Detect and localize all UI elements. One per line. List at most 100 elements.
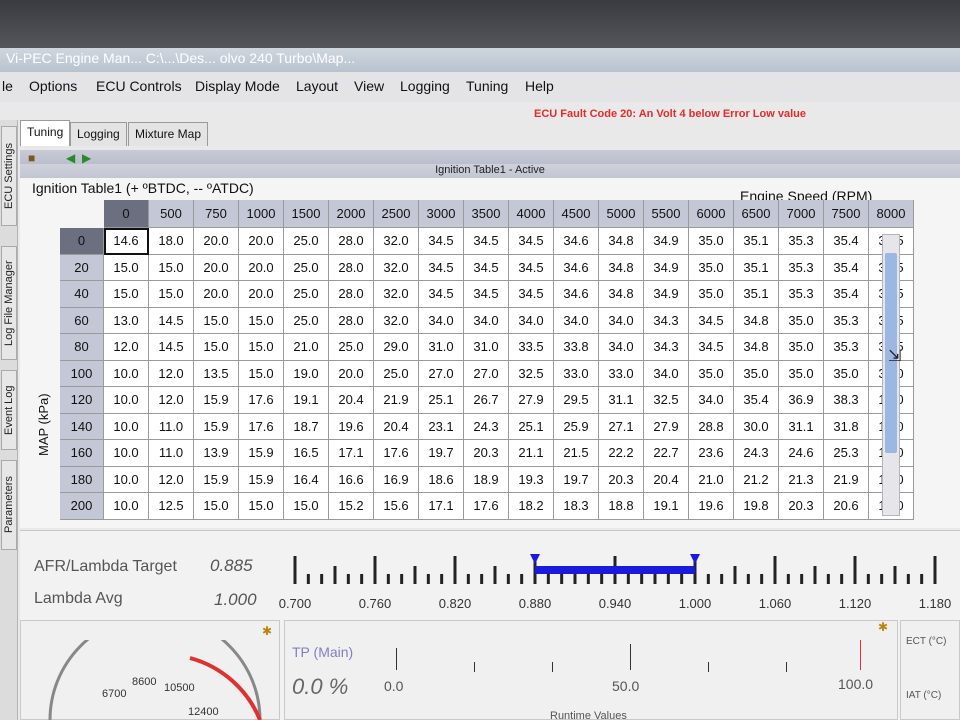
table-cell[interactable]: 19.6 <box>689 493 734 520</box>
table-cell[interactable]: 21.1 <box>509 440 554 467</box>
table-cell[interactable]: 34.8 <box>734 307 779 334</box>
table-cell[interactable]: 12.0 <box>149 360 194 387</box>
table-cell[interactable]: 34.9 <box>644 228 689 255</box>
table-cell[interactable]: 29.5 <box>554 387 599 414</box>
table-cell[interactable]: 15.0 <box>149 281 194 308</box>
table-cell[interactable]: 35.4 <box>824 228 869 255</box>
table-cell[interactable]: 31.1 <box>599 387 644 414</box>
table-cell[interactable]: 25.1 <box>509 413 554 440</box>
table-cell[interactable]: 23.1 <box>419 413 464 440</box>
vertical-scrollbar[interactable] <box>882 234 900 516</box>
table-cell[interactable]: 25.0 <box>284 281 329 308</box>
table-cell[interactable]: 25.0 <box>284 228 329 255</box>
table-cell[interactable]: 28.0 <box>329 228 374 255</box>
table-cell[interactable]: 35.4 <box>824 254 869 281</box>
table-cell[interactable]: 35.0 <box>779 307 824 334</box>
table-cell[interactable]: 30.0 <box>734 413 779 440</box>
tp-settings-star-icon[interactable]: ✱ <box>878 620 888 634</box>
table-cell[interactable]: 10.0 <box>104 493 149 520</box>
table-cell[interactable]: 19.7 <box>419 440 464 467</box>
table-cell[interactable]: 16.6 <box>329 466 374 493</box>
table-cell[interactable]: 20.0 <box>239 281 284 308</box>
table-cell[interactable]: 34.5 <box>419 228 464 255</box>
table-cell[interactable]: 34.5 <box>509 228 554 255</box>
table-cell[interactable]: 18.8 <box>599 493 644 520</box>
table-cell[interactable]: 18.0 <box>149 228 194 255</box>
menu-layout[interactable]: Layout <box>296 78 338 94</box>
table-cell[interactable]: 15.0 <box>104 281 149 308</box>
table-cell[interactable]: 19.3 <box>509 466 554 493</box>
menu-options[interactable]: Options <box>29 78 77 94</box>
table-cell[interactable]: 16.4 <box>284 466 329 493</box>
table-cell[interactable]: 34.6 <box>554 254 599 281</box>
table-cell[interactable]: 34.8 <box>599 228 644 255</box>
menu-logging[interactable]: Logging <box>400 78 450 94</box>
table-cell[interactable]: 35.1 <box>734 228 779 255</box>
table-cell[interactable]: 20.3 <box>464 440 509 467</box>
table-cell[interactable]: 17.6 <box>374 440 419 467</box>
table-cell[interactable]: 34.9 <box>644 281 689 308</box>
table-cell[interactable]: 14.5 <box>149 334 194 361</box>
table-cell[interactable]: 15.9 <box>194 413 239 440</box>
table-cell[interactable]: 35.3 <box>779 228 824 255</box>
table-cell[interactable]: 34.5 <box>419 254 464 281</box>
table-cell[interactable]: 32.0 <box>374 281 419 308</box>
table-cell[interactable]: 10.0 <box>104 360 149 387</box>
table-cell[interactable]: 24.3 <box>464 413 509 440</box>
table-cell[interactable]: 26.7 <box>464 387 509 414</box>
table-cell[interactable]: 15.0 <box>239 334 284 361</box>
table-cell[interactable]: 24.3 <box>734 440 779 467</box>
table-cell[interactable]: 32.0 <box>374 307 419 334</box>
table-cell[interactable]: 34.0 <box>554 307 599 334</box>
table-cell[interactable]: 25.1 <box>419 387 464 414</box>
table-cell[interactable]: 10.0 <box>104 387 149 414</box>
table-cell[interactable]: 20.6 <box>824 493 869 520</box>
table-cell[interactable]: 34.5 <box>419 281 464 308</box>
menu-display-mode[interactable]: Display Mode <box>195 78 280 94</box>
table-cell[interactable]: 28.8 <box>689 413 734 440</box>
table-cell[interactable]: 21.3 <box>779 466 824 493</box>
table-cell[interactable]: 18.3 <box>554 493 599 520</box>
table-cell[interactable]: 21.0 <box>284 334 329 361</box>
table-cell[interactable]: 25.3 <box>824 440 869 467</box>
menu-file[interactable]: le <box>2 78 13 94</box>
table-cell[interactable]: 35.0 <box>689 281 734 308</box>
table-cell[interactable]: 15.0 <box>104 254 149 281</box>
table-cell[interactable]: 18.9 <box>464 466 509 493</box>
table-cell[interactable]: 15.0 <box>239 493 284 520</box>
table-cell[interactable]: 17.6 <box>239 413 284 440</box>
table-cell[interactable]: 28.0 <box>329 281 374 308</box>
table-cell[interactable]: 34.0 <box>644 360 689 387</box>
table-cell[interactable]: 15.6 <box>374 493 419 520</box>
table-cell[interactable]: 27.0 <box>419 360 464 387</box>
table-cell[interactable]: 27.1 <box>599 413 644 440</box>
tab-mixture-map[interactable]: Mixture Map <box>128 122 209 146</box>
table-cell[interactable]: 38.3 <box>824 387 869 414</box>
table-cell[interactable]: 18.7 <box>284 413 329 440</box>
table-cell[interactable]: 35.1 <box>734 281 779 308</box>
table-cell[interactable]: 32.5 <box>644 387 689 414</box>
table-cell[interactable]: 31.0 <box>464 334 509 361</box>
table-cell[interactable]: 20.0 <box>194 254 239 281</box>
table-cell[interactable]: 25.0 <box>329 334 374 361</box>
table-cell[interactable]: 35.4 <box>734 387 779 414</box>
table-cell[interactable]: 10.0 <box>104 413 149 440</box>
table-cell[interactable]: 15.0 <box>149 254 194 281</box>
table-cell[interactable]: 27.0 <box>464 360 509 387</box>
table-cell[interactable]: 20.0 <box>194 228 239 255</box>
table-cell[interactable]: 19.7 <box>554 466 599 493</box>
table-cell[interactable]: 18.6 <box>419 466 464 493</box>
table-cell[interactable]: 15.9 <box>239 466 284 493</box>
table-cell[interactable]: 12.5 <box>149 493 194 520</box>
table-cell[interactable]: 35.0 <box>689 254 734 281</box>
table-cell[interactable]: 28.0 <box>329 307 374 334</box>
table-cell[interactable]: 33.0 <box>554 360 599 387</box>
table-cell[interactable]: 14.6 <box>104 228 149 255</box>
table-cell[interactable]: 16.5 <box>284 440 329 467</box>
table-cell[interactable]: 25.0 <box>284 254 329 281</box>
table-cell[interactable]: 36.9 <box>779 387 824 414</box>
table-cell[interactable]: 29.0 <box>374 334 419 361</box>
side-tab-log-file-manager[interactable]: Log File Manager <box>1 246 17 360</box>
table-cell[interactable]: 15.0 <box>194 334 239 361</box>
table-cell[interactable]: 19.1 <box>644 493 689 520</box>
